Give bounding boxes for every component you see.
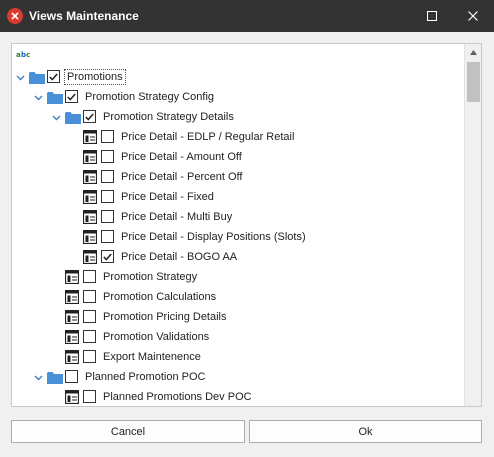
tree-item-label: Planned Promotions Dev POC [103,391,252,403]
table-view-icon [82,129,98,145]
view-checkbox[interactable] [83,270,96,283]
folder-icon [29,71,45,84]
vertical-scrollbar[interactable] [464,44,481,406]
table-view-icon [64,329,80,345]
table-view-icon [64,269,80,285]
tree-item-label: Price Detail - Amount Off [121,151,242,163]
table-view-icon [64,389,80,405]
tree-row[interactable]: Price Detail - Multi Buy [12,207,464,227]
tree-item-label: Promotion Pricing Details [103,311,227,323]
tree-item-label: Promotion Strategy [103,271,198,283]
ok-button[interactable]: Ok [249,420,482,443]
view-checkbox[interactable] [83,330,96,343]
svg-text:c: c [26,51,30,59]
tree-item-label: Price Detail - Fixed [121,191,214,203]
tree-row[interactable]: Promotion Pricing Details [12,307,464,327]
maximize-button[interactable] [412,0,452,32]
scroll-thumb[interactable] [467,62,480,102]
folder-icon [47,371,63,384]
scroll-up-button[interactable] [465,44,481,61]
view-checkbox[interactable] [101,250,114,263]
tree-item-label: Promotion Calculations [103,291,217,303]
table-view-icon [82,249,98,265]
checkmark-icon [67,93,76,101]
tree-item-label: Price Detail - Multi Buy [121,211,233,223]
tree-row[interactable]: Price Detail - Amount Off [12,147,464,167]
window-title: Views Maintenance [29,9,139,23]
view-checkbox[interactable] [101,150,114,163]
expand-chevron-icon[interactable] [34,373,43,381]
tree-row[interactable]: Promotion Strategy Config [12,87,464,107]
tree-row[interactable]: Price Detail - Percent Off [12,167,464,187]
table-view-icon [64,349,80,365]
tree-row[interactable]: Promotions [12,67,464,87]
table-view-icon [82,149,98,165]
title-bar[interactable]: Views Maintenance [0,0,494,32]
view-checkbox[interactable] [101,190,114,203]
view-checkbox[interactable] [83,390,96,403]
chevron-up-icon [470,50,477,55]
expand-chevron-icon[interactable] [52,113,61,121]
checkmark-icon [85,113,94,121]
tree-row[interactable]: Planned Promotions Dev POC [12,387,464,406]
tree-row[interactable]: Price Detail - Display Positions (Slots) [12,227,464,247]
view-checkbox[interactable] [101,210,114,223]
tree-row[interactable]: Promotion Strategy Details [12,107,464,127]
tree-row[interactable]: Price Detail - EDLP / Regular Retail [12,127,464,147]
view-checkbox[interactable] [101,130,114,143]
cancel-button[interactable]: Cancel [11,420,245,443]
table-view-icon [82,169,98,185]
maximize-icon [427,11,437,21]
tree-item-label: Export Maintenence [103,351,201,363]
views-tree-panel[interactable]: a b c Promotions Promotion Strategy Confi… [11,43,482,407]
tree-row[interactable]: Promotion Validations [12,327,464,347]
tree-item-label: Promotion Strategy Details [103,111,234,123]
close-icon [468,11,478,21]
expand-chevron-icon[interactable] [34,93,43,101]
tree-item-label: Promotion Validations [103,331,210,343]
table-view-icon [82,189,98,205]
tree-toolbar: a b c [12,44,464,64]
view-checkbox[interactable] [83,350,96,363]
table-view-icon [64,289,80,305]
tree-item-label: Price Detail - Percent Off [121,171,243,183]
view-checkbox[interactable] [101,170,114,183]
table-view-icon [64,309,80,325]
tree-item-label: Price Detail - BOGO AA [121,251,238,263]
table-view-icon [82,229,98,245]
tree-item-label: Planned Promotion POC [85,371,206,383]
abc-sort-icon[interactable]: a b c [16,49,34,59]
checkmark-icon [103,253,112,261]
tree-row[interactable]: Planned Promotion POC [12,367,464,387]
table-view-icon [82,209,98,225]
tree-row[interactable]: Price Detail - BOGO AA [12,247,464,267]
app-x-icon [7,8,23,24]
expand-chevron-icon[interactable] [16,73,25,81]
view-checkbox[interactable] [83,310,96,323]
tree-item-label: Price Detail - EDLP / Regular Retail [121,131,295,143]
tree-item-label: Promotions [64,69,126,85]
tree-row[interactable]: Promotion Calculations [12,287,464,307]
checkmark-icon [49,73,58,81]
view-checkbox[interactable] [65,370,78,383]
tree-row[interactable]: Export Maintenence [12,347,464,367]
view-checkbox[interactable] [83,110,96,123]
folder-icon [65,111,81,124]
view-checkbox[interactable] [65,90,78,103]
view-checkbox[interactable] [47,70,60,83]
tree-row[interactable]: Promotion Strategy [12,267,464,287]
close-button[interactable] [453,0,493,32]
view-checkbox[interactable] [101,230,114,243]
tree-item-label: Price Detail - Display Positions (Slots) [121,231,306,243]
folder-icon [47,91,63,104]
view-checkbox[interactable] [83,290,96,303]
tree-row[interactable]: Price Detail - Fixed [12,187,464,207]
tree-item-label: Promotion Strategy Config [85,91,215,103]
